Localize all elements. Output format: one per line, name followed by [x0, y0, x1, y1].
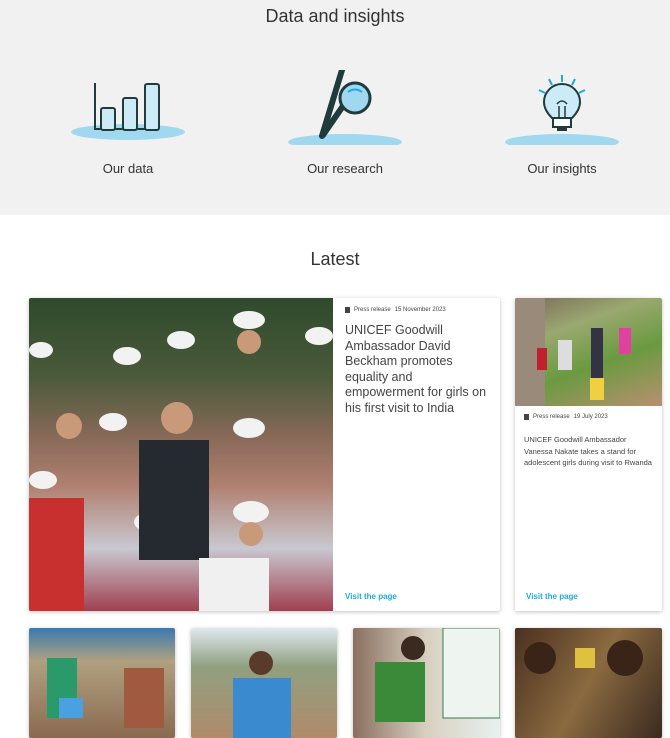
tile-our-insights[interactable]: Our insights: [497, 70, 627, 176]
lightbulb-icon: [505, 75, 619, 145]
section-title: Data and insights: [265, 6, 405, 26]
article-date: 19 July 2023: [573, 414, 608, 420]
magnifier-icon: [288, 70, 402, 145]
article-type: Press release: [533, 414, 570, 420]
news-card-thumbnail[interactable]: [29, 628, 175, 738]
article-title[interactable]: UNICEF Goodwill Ambassador David Beckham…: [345, 323, 495, 416]
bar-chart-icon: [71, 83, 185, 140]
photo-placeholder: [524, 640, 643, 676]
document-icon: [524, 414, 529, 420]
featured-photo: [29, 298, 333, 611]
photo-placeholder: [233, 651, 291, 738]
news-card-thumbnail[interactable]: [515, 628, 662, 738]
latest-title: Latest: [310, 249, 360, 269]
visit-page-link[interactable]: Visit the page: [526, 592, 578, 601]
article-title[interactable]: UNICEF Goodwill Ambassador Vanessa Nakat…: [524, 434, 656, 469]
tile-our-research[interactable]: Our research: [280, 70, 410, 176]
featured-news-card[interactable]: Press release 15 November 2023 UNICEF Goo…: [29, 298, 500, 611]
children-photo-placeholder: [29, 311, 333, 611]
tile-label: Our research: [307, 161, 383, 176]
rwanda-photo: [515, 298, 662, 406]
news-card[interactable]: Press release 19 July 2023 UNICEF Goodwil…: [515, 298, 662, 611]
tile-our-data[interactable]: Our data: [63, 70, 193, 176]
article-date: 15 November 2023: [394, 307, 446, 313]
news-card-thumbnail[interactable]: [353, 628, 500, 738]
tile-label: Our data: [102, 161, 154, 176]
tile-label: Our insights: [527, 161, 597, 176]
article-meta: Press release 15 November 2023: [345, 307, 495, 313]
data-insights-section: Data and insights Our data Our research: [0, 0, 670, 215]
children-photo-placeholder: [515, 298, 631, 406]
document-icon: [345, 307, 350, 313]
photo-placeholder: [47, 658, 164, 728]
article-meta: Press release 19 July 2023: [524, 414, 656, 420]
photo-placeholder: [375, 628, 500, 722]
visit-page-link[interactable]: Visit the page: [345, 592, 397, 601]
article-type: Press release: [354, 307, 391, 313]
news-card-thumbnail[interactable]: [191, 628, 337, 738]
